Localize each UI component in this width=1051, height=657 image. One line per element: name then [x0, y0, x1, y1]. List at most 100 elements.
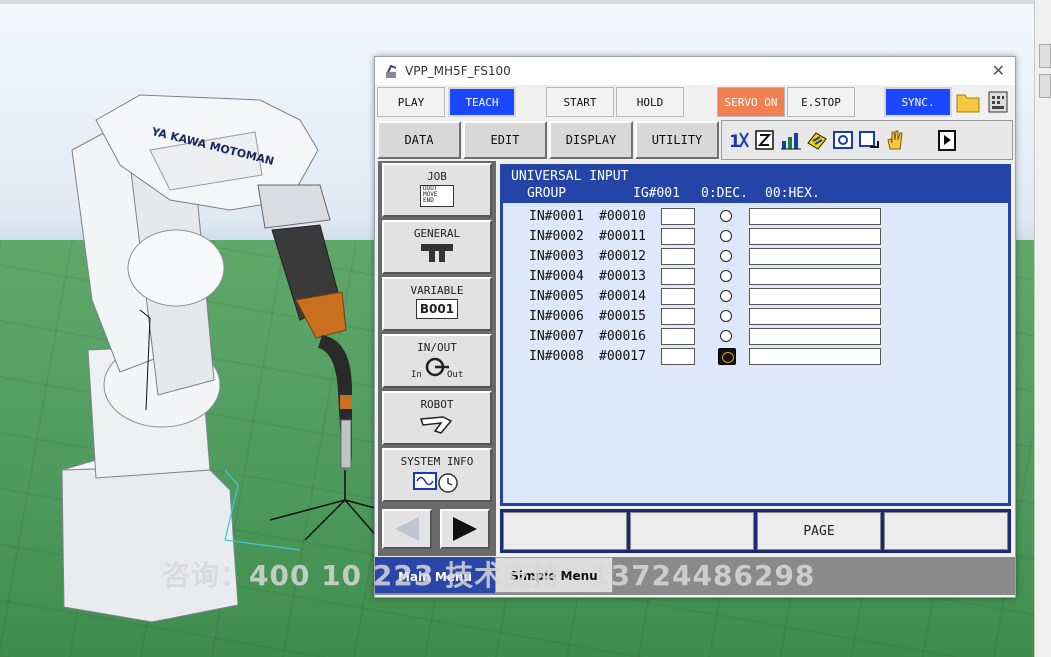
edit-icon[interactable] — [754, 129, 776, 151]
data-menu-button[interactable]: DATA — [377, 121, 461, 159]
servo-on-button[interactable]: SERVO ON — [717, 87, 785, 117]
job-menu-button[interactable]: JOB DOUT MOVE END — [382, 163, 492, 217]
svg-text:1: 1 — [729, 132, 741, 151]
function-key-1[interactable] — [503, 512, 627, 550]
scroll-handle[interactable] — [1039, 74, 1051, 98]
value-field[interactable] — [661, 268, 695, 285]
robot-icon — [419, 416, 453, 434]
input-status-indicator[interactable] — [720, 230, 732, 242]
name-field[interactable] — [749, 208, 881, 225]
edit-menu-button[interactable]: EDIT — [463, 121, 547, 159]
function-key-4[interactable] — [884, 512, 1008, 550]
inout-icon: In Out — [407, 356, 467, 382]
input-address: #00015 — [599, 309, 646, 324]
value-field[interactable] — [661, 248, 695, 265]
title-bar: VPP_MH5F_FS100 ✕ — [375, 57, 1015, 85]
input-address: #00016 — [599, 329, 646, 344]
value-field[interactable] — [661, 208, 695, 225]
group-value: IG#001 — [633, 186, 680, 201]
speed-icon[interactable] — [806, 129, 828, 151]
close-icon[interactable]: ✕ — [992, 61, 1005, 80]
value-field[interactable] — [661, 288, 695, 305]
input-status-indicator[interactable] — [720, 250, 732, 262]
next-arrow-button[interactable] — [440, 509, 490, 549]
input-status-indicator[interactable] — [720, 270, 732, 282]
value-field[interactable] — [661, 348, 695, 365]
input-row: IN#0007 #00016 — [503, 327, 1008, 347]
hex-mode-label: 00:HEX. — [765, 186, 820, 201]
input-number: IN#0001 — [529, 209, 584, 224]
display-menu-button[interactable]: DISPLAY — [549, 121, 633, 159]
hand-icon[interactable] — [884, 129, 906, 151]
estop-button[interactable]: E.STOP — [787, 87, 855, 117]
input-number: IN#0006 — [529, 309, 584, 324]
input-status-indicator[interactable] — [720, 290, 732, 302]
out-label: Out — [447, 370, 464, 380]
robot-label: ROBOT — [420, 398, 454, 411]
coordinate-icon[interactable]: 1 — [728, 129, 750, 151]
variable-value: B001 — [416, 299, 458, 319]
input-row: IN#0006 #00015 — [503, 307, 1008, 327]
input-address: #00014 — [599, 289, 646, 304]
scrollbar[interactable] — [1034, 0, 1051, 657]
page-button[interactable]: PAGE — [757, 512, 881, 550]
input-address: #00011 — [599, 229, 646, 244]
scroll-handle[interactable] — [1039, 44, 1051, 68]
panel-title: UNIVERSAL INPUT — [511, 169, 629, 184]
prev-arrow-button[interactable] — [382, 509, 432, 549]
input-row: IN#0001 #00010 — [503, 207, 1008, 227]
utility-menu-button[interactable]: UTILITY — [635, 121, 719, 159]
input-address: #00017 — [599, 349, 646, 364]
sync-button[interactable]: SYNC. — [884, 87, 952, 117]
name-field[interactable] — [749, 228, 881, 245]
window-title: VPP_MH5F_FS100 — [405, 64, 511, 78]
camera-icon[interactable] — [832, 129, 854, 151]
name-field[interactable] — [749, 308, 881, 325]
input-status-indicator[interactable] — [720, 310, 732, 322]
general-menu-button[interactable]: GENERAL — [382, 220, 492, 274]
next-page-icon[interactable] — [936, 129, 958, 151]
arrow-right-icon — [453, 517, 477, 541]
chart-icon[interactable] — [780, 129, 802, 151]
function-key-2[interactable] — [630, 512, 754, 550]
robot-menu-button[interactable]: ROBOT — [382, 391, 492, 445]
pendant-window: VPP_MH5F_FS100 ✕ PLAY TEACH START HOLD S… — [374, 56, 1016, 598]
variable-menu-button[interactable]: VARIABLE B001 — [382, 277, 492, 331]
main-menu-column: JOB DOUT MOVE END GENERAL VARIABLE B001 … — [378, 161, 496, 556]
in-label: In — [411, 370, 422, 380]
universal-input-panel: UNIVERSAL INPUT GROUP IG#001 0:DEC. 00:H… — [500, 164, 1011, 506]
value-field[interactable] — [661, 228, 695, 245]
name-field[interactable] — [749, 248, 881, 265]
keyboard-icon[interactable] — [985, 88, 1011, 116]
input-address: #00012 — [599, 249, 646, 264]
system-info-menu-button[interactable]: SYSTEM INFO — [382, 448, 492, 502]
group-label: GROUP — [527, 186, 567, 201]
input-status-indicator[interactable] — [720, 330, 732, 342]
teach-button[interactable]: TEACH — [448, 87, 516, 117]
input-status-indicator[interactable] — [718, 348, 736, 365]
play-button[interactable]: PLAY — [377, 87, 445, 117]
job-icon: DOUT MOVE END — [420, 185, 454, 207]
input-number: IN#0003 — [529, 249, 584, 264]
input-row: IN#0008 #00017 — [503, 347, 1008, 367]
panel-header: UNIVERSAL INPUT GROUP IG#001 0:DEC. 00:H… — [503, 167, 1008, 203]
watermark-text: 咨询：400 10 223 技术支持：13724486298 — [162, 559, 816, 592]
start-button[interactable]: START — [546, 87, 614, 117]
name-field[interactable] — [749, 268, 881, 285]
welding-gun-icon — [421, 244, 453, 262]
input-row: IN#0002 #00011 — [503, 227, 1008, 247]
input-status-indicator[interactable] — [720, 210, 732, 222]
hold-button[interactable]: HOLD — [616, 87, 684, 117]
input-number: IN#0008 — [529, 349, 584, 364]
inout-menu-button[interactable]: IN/OUT In Out — [382, 334, 492, 388]
export-icon[interactable] — [858, 129, 880, 151]
value-field[interactable] — [661, 308, 695, 325]
folder-icon[interactable] — [955, 88, 981, 116]
name-field[interactable] — [749, 328, 881, 345]
function-key-bar: PAGE — [500, 509, 1011, 553]
name-field[interactable] — [749, 348, 881, 365]
variable-label: VARIABLE — [410, 284, 464, 297]
value-field[interactable] — [661, 328, 695, 345]
input-number: IN#0005 — [529, 289, 584, 304]
name-field[interactable] — [749, 288, 881, 305]
